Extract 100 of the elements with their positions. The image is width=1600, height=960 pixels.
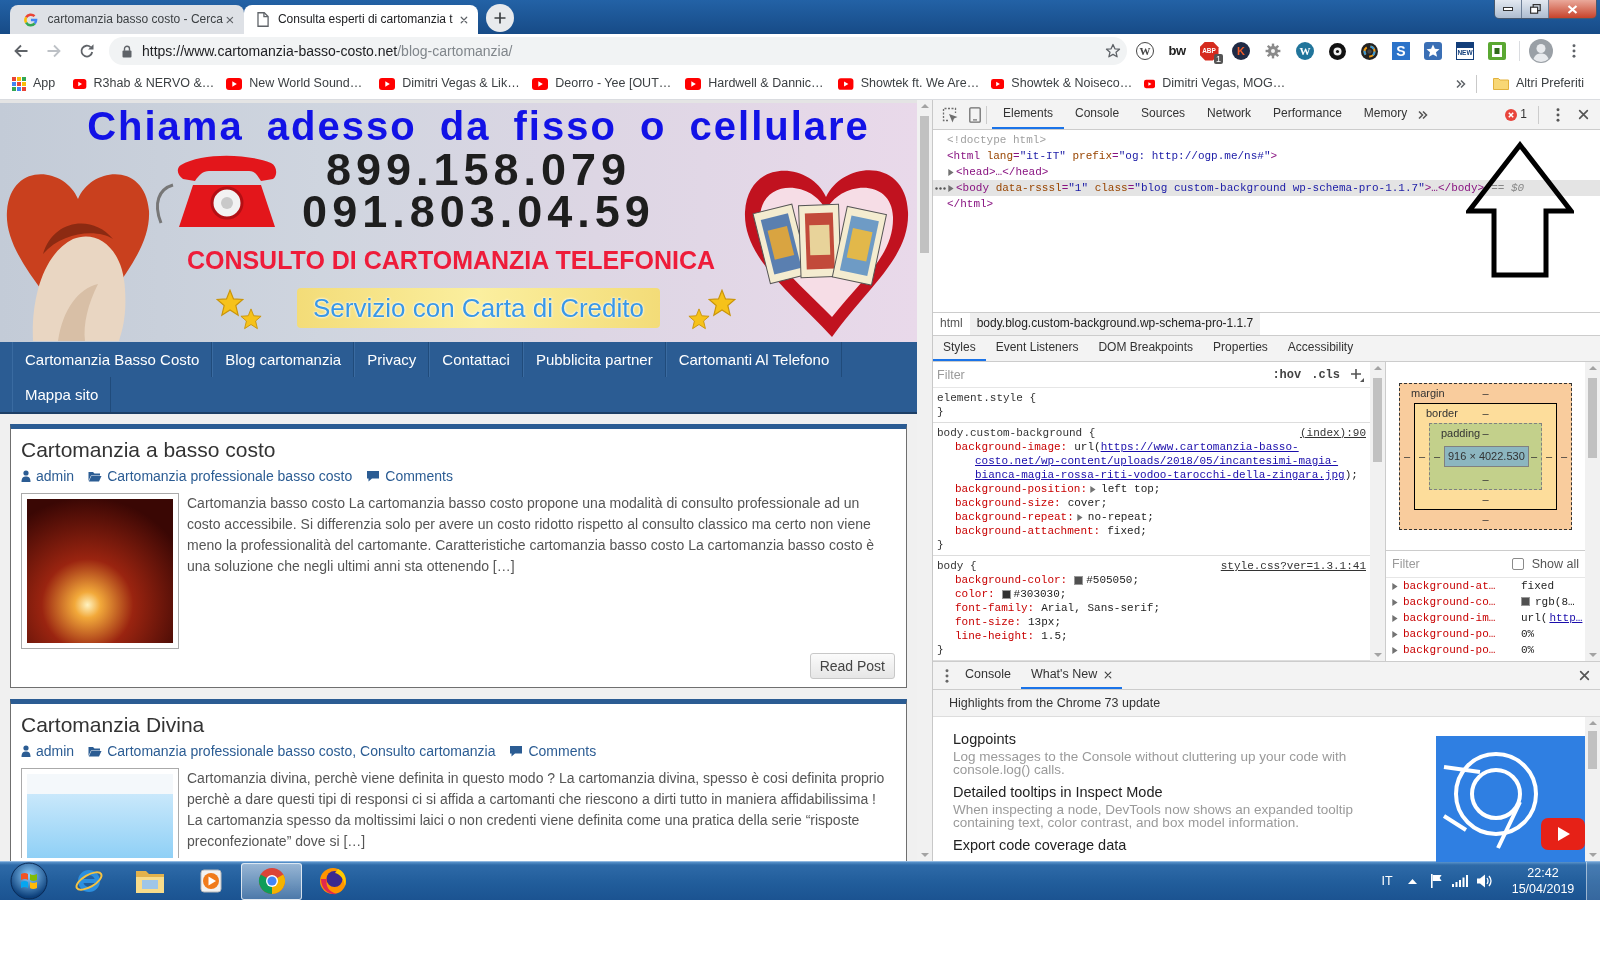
bookmark-item[interactable]: R3hab & NERVO &… xyxy=(67,70,221,97)
bookmark-item[interactable]: New World Sound… xyxy=(220,70,374,97)
url-link[interactable]: costo.net/wp-content/uploads/2018/05/incantesimi-magia- xyxy=(975,454,1339,468)
restore-button[interactable] xyxy=(1522,0,1549,18)
extension-button[interactable]: bw xyxy=(1168,42,1186,60)
panel-tab[interactable]: Styles xyxy=(933,336,986,361)
device-icon[interactable] xyxy=(969,106,981,123)
bookmark-item[interactable]: Deorro - Yee [OUT… xyxy=(526,70,680,97)
devtools-tab[interactable]: Elements xyxy=(992,100,1065,129)
bookmark-item[interactable]: Hardwell & Dannic… xyxy=(679,70,833,97)
minimize-button[interactable] xyxy=(1495,0,1522,18)
error-icon[interactable] xyxy=(1505,108,1518,121)
panel-tab[interactable]: Properties xyxy=(1203,336,1278,361)
comments-link[interactable]: Comments xyxy=(509,741,597,761)
category-link[interactable]: Cartomanzia professionale basso costo, Consulto cartomanzia xyxy=(88,741,496,761)
bookmark-item[interactable]: App xyxy=(6,70,62,97)
lens-icon[interactable] xyxy=(1360,42,1378,60)
close-icon[interactable] xyxy=(460,15,468,24)
new-tab-button[interactable] xyxy=(486,4,514,32)
caret-up-icon[interactable] xyxy=(1407,878,1417,884)
bookmark-item[interactable]: Showtek ft. We Are… xyxy=(832,70,986,97)
devtools-tab[interactable]: Performance xyxy=(1262,100,1353,129)
style-toggle-button[interactable]: :hov xyxy=(1272,367,1302,382)
url-link[interactable]: http… xyxy=(1549,610,1583,626)
expand-triangle-icon[interactable] xyxy=(947,168,954,176)
play-button-icon[interactable] xyxy=(1541,818,1585,850)
bookmark-item[interactable]: Dimitri Vegas, MOG… xyxy=(1138,70,1292,97)
author-link[interactable]: admin xyxy=(21,741,75,761)
category-link[interactable]: Cartomanzia professionale basso costo xyxy=(88,466,353,486)
scrollbar-thumb[interactable] xyxy=(920,116,929,253)
devtools-tab[interactable]: Sources xyxy=(1130,100,1197,129)
author-link[interactable]: admin xyxy=(21,466,75,486)
post-title[interactable]: Cartomanzia Divina xyxy=(21,712,205,738)
url-link[interactable]: https://www.cartomanzia-basso- xyxy=(1100,440,1299,454)
feature-title[interactable]: Logpoints xyxy=(953,730,1373,748)
language-indicator[interactable]: IT xyxy=(1374,872,1400,890)
devtools-tab[interactable]: Memory xyxy=(1352,100,1419,129)
feature-title[interactable]: Export code coverage data xyxy=(953,836,1373,854)
expand-triangle-icon[interactable] xyxy=(947,184,954,192)
style-toggle-button[interactable]: .cls xyxy=(1311,367,1340,382)
nav-link[interactable]: Privacy xyxy=(354,342,430,377)
frame-tile-icon[interactable] xyxy=(1488,42,1506,60)
more-icon[interactable] xyxy=(1556,107,1560,122)
clock-date[interactable]: 15/04/2019 xyxy=(1504,881,1582,897)
video-thumbnail[interactable] xyxy=(1436,736,1585,862)
close-icon[interactable] xyxy=(1579,670,1590,681)
browser-tab[interactable]: Consulta esperti di cartomanzia t xyxy=(244,5,478,34)
show-all-label[interactable]: Show all xyxy=(1531,555,1579,573)
breadcrumb-item[interactable]: body.blog.custom-background.wp-schema-pro-1.1.7 xyxy=(969,313,1261,335)
extension-button[interactable]: S xyxy=(1392,42,1410,60)
scrollbar-thumb[interactable] xyxy=(1373,378,1382,462)
nav-link[interactable]: Mappa sito xyxy=(12,377,112,412)
avatar-icon[interactable] xyxy=(1529,39,1553,63)
star-tile-icon[interactable] xyxy=(1424,42,1442,60)
double-chevron-icon[interactable] xyxy=(1418,109,1429,120)
new-rule-icon[interactable] xyxy=(1350,367,1364,382)
dom-node[interactable]: <body data-rsssl="1" class="blog custom-background wp-schema-pro-1.1.7">…</body> == $0 xyxy=(933,180,1600,196)
nav-link[interactable]: Cartomanzia Basso Costo xyxy=(12,342,213,377)
nav-link[interactable]: Contattaci xyxy=(429,342,523,377)
nav-link[interactable]: Blog cartomanzia xyxy=(212,342,355,377)
devtools-tab[interactable]: Network xyxy=(1196,100,1263,129)
checkbox[interactable] xyxy=(1511,558,1524,570)
scrollbar-thumb[interactable] xyxy=(1588,378,1597,458)
flag-icon[interactable] xyxy=(1429,873,1443,889)
panel-tab[interactable]: DOM Breakpoints xyxy=(1088,336,1204,361)
read-post-button[interactable]: Read Post xyxy=(809,653,895,679)
record-disc-icon[interactable] xyxy=(1328,42,1346,60)
color-swatch-icon[interactable] xyxy=(1521,597,1530,607)
taskbar-button[interactable] xyxy=(241,862,302,900)
browser-tab[interactable]: cartomanzia basso costo - Cerca xyxy=(10,5,244,34)
error-count[interactable]: 1 xyxy=(1520,106,1527,123)
extension-button[interactable]: W xyxy=(1136,42,1154,60)
nav-link[interactable]: Cartomanti Al Telefono xyxy=(665,342,843,377)
extension-button[interactable]: K xyxy=(1232,42,1250,60)
bookmark-folder[interactable]: Altri Preferiti xyxy=(1486,70,1590,97)
dom-node[interactable]: <head>…</head> xyxy=(933,164,1600,180)
expand-triangle-icon[interactable] xyxy=(1089,485,1097,493)
color-swatch-icon[interactable] xyxy=(1074,575,1084,585)
address-bar[interactable]: https://www.cartomanzia-basso-costo.net/blog-cartomanzia/ xyxy=(109,37,1127,65)
close-icon[interactable] xyxy=(1104,670,1113,679)
speaker-icon[interactable] xyxy=(1476,873,1492,889)
more-icon[interactable] xyxy=(1572,44,1576,58)
signal-bars-icon[interactable] xyxy=(1452,875,1468,887)
drawer-tab[interactable]: Console xyxy=(955,662,1021,689)
comments-link[interactable]: Comments xyxy=(366,466,453,486)
bookmark-item[interactable]: Showtek & Noiseco… xyxy=(985,70,1139,97)
show-desktop-button[interactable] xyxy=(1586,861,1600,901)
post-title[interactable]: Cartomanzia a basso costo xyxy=(21,437,276,463)
star-outline-icon[interactable] xyxy=(1105,43,1121,59)
clock-time[interactable]: 22:42 xyxy=(1504,865,1582,881)
close-icon[interactable] xyxy=(226,15,234,24)
more-icon[interactable] xyxy=(945,668,949,683)
panel-tab[interactable]: Accessibility xyxy=(1277,336,1364,361)
close-icon[interactable] xyxy=(1578,109,1589,120)
color-swatch-icon[interactable] xyxy=(1001,589,1011,599)
more-dots-icon[interactable] xyxy=(935,186,946,190)
url-link[interactable]: bianca-magia-rossa-riti-vodoo-tarocchi-della-zingara.jpg xyxy=(975,468,1345,482)
bookmark-item[interactable]: Dimitri Vegas & Lik… xyxy=(373,70,527,97)
feature-title[interactable]: Detailed tooltips in Inspect Mode xyxy=(953,783,1373,801)
nav-link[interactable]: Pubblicita partner xyxy=(522,342,666,377)
